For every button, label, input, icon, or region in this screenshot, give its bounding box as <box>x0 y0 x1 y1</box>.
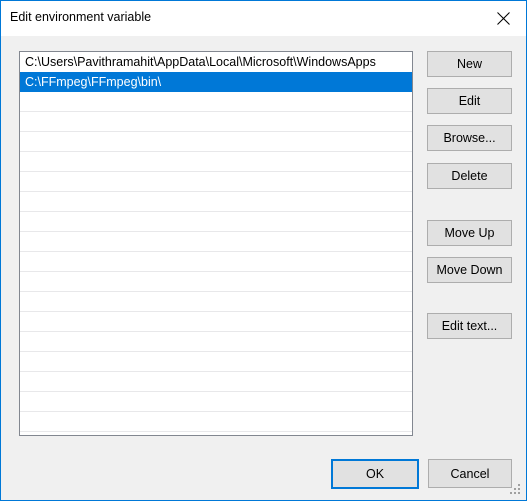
list-item-empty[interactable] <box>20 212 412 232</box>
list-item-empty[interactable] <box>20 92 412 112</box>
list-item-empty[interactable] <box>20 352 412 372</box>
list-item[interactable]: C:\Users\Pavithramahit\AppData\Local\Mic… <box>20 52 412 72</box>
list-item-empty[interactable] <box>20 372 412 392</box>
edit-environment-variable-dialog: Edit environment variable C:\Users\Pavit… <box>0 0 527 501</box>
edit-button[interactable]: Edit <box>427 88 512 114</box>
ok-button[interactable]: OK <box>331 459 419 489</box>
delete-button[interactable]: Delete <box>427 163 512 189</box>
new-button[interactable]: New <box>427 51 512 77</box>
list-item-empty[interactable] <box>20 172 412 192</box>
list-item-empty[interactable] <box>20 412 412 432</box>
list-item-empty[interactable] <box>20 292 412 312</box>
list-item-empty[interactable] <box>20 152 412 172</box>
list-item-empty[interactable] <box>20 332 412 352</box>
list-item-empty[interactable] <box>20 112 412 132</box>
close-icon <box>496 11 510 25</box>
list-item[interactable]: C:\FFmpeg\FFmpeg\bin\ <box>20 72 412 92</box>
list-item-empty[interactable] <box>20 392 412 412</box>
list-item-empty[interactable] <box>20 232 412 252</box>
window-title: Edit environment variable <box>10 10 152 24</box>
list-item-empty[interactable] <box>20 312 412 332</box>
browse-button[interactable]: Browse... <box>427 125 512 151</box>
list-item-empty[interactable] <box>20 192 412 212</box>
cancel-button[interactable]: Cancel <box>428 459 512 488</box>
list-item-empty[interactable] <box>20 252 412 272</box>
title-bar: Edit environment variable <box>1 1 526 36</box>
move-up-button[interactable]: Move Up <box>427 220 512 246</box>
path-list[interactable]: C:\Users\Pavithramahit\AppData\Local\Mic… <box>19 51 413 436</box>
edit-text-button[interactable]: Edit text... <box>427 313 512 339</box>
resize-grip-icon[interactable] <box>510 484 522 496</box>
move-down-button[interactable]: Move Down <box>427 257 512 283</box>
close-button[interactable] <box>480 1 526 35</box>
list-item-empty[interactable] <box>20 272 412 292</box>
list-item-empty[interactable] <box>20 132 412 152</box>
